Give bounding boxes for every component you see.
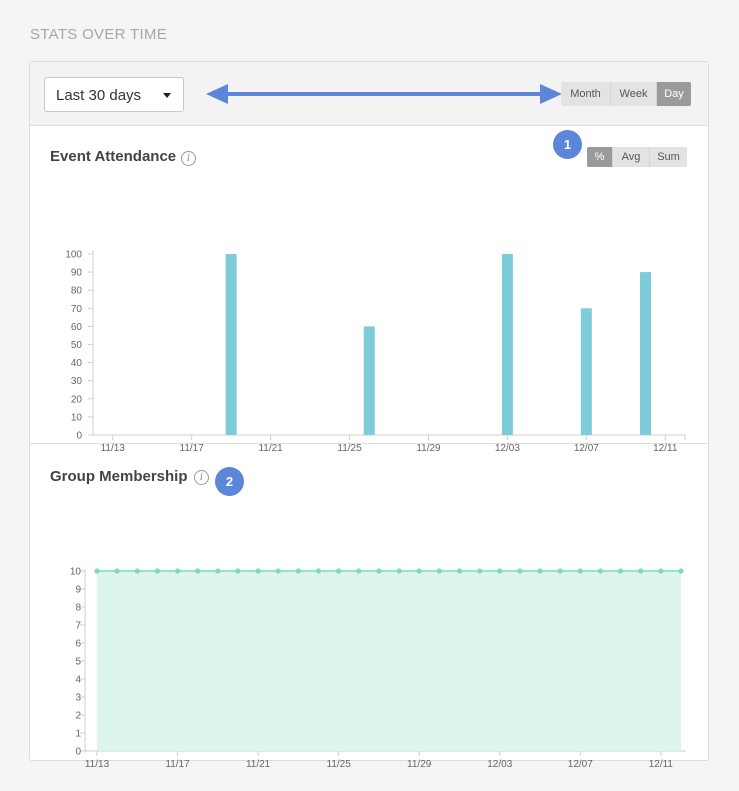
event-attendance-chart: 010203040506070809010011/13 11/17 11/21 11/… [65, 250, 686, 454]
membership-point [114, 568, 120, 574]
y-tick-label: 100 [65, 250, 82, 261]
attendance-bar [580, 308, 592, 435]
y-tick-label: 4 [75, 675, 81, 686]
y-tick-label: 5 [75, 657, 81, 668]
membership-point [517, 568, 523, 574]
membership-point [477, 568, 483, 574]
membership-point [336, 568, 342, 574]
x-tick-label: 12/11 [649, 759, 674, 770]
y-tick-label: 60 [71, 322, 83, 333]
y-tick-label: 10 [70, 567, 82, 578]
x-tick-label: 11/17 [165, 759, 190, 770]
membership-area [97, 571, 681, 751]
membership-point [597, 568, 604, 574]
membership-point [315, 568, 322, 574]
membership-point [557, 568, 563, 574]
date-range-select[interactable]: Last 30 days [44, 77, 184, 112]
y-tick-label: 0 [76, 431, 82, 442]
group-membership-chart: 0 1 2 3 4 5 6 7 8 9 10 11/13 11/17 11/21 11/25 11/29 12/… [70, 567, 686, 770]
membership-point [195, 568, 201, 574]
y-tick-label: 1 [75, 729, 81, 740]
membership-point [537, 568, 543, 574]
membership-point [255, 568, 261, 574]
y-tick-label: 6 [75, 639, 81, 650]
caret-down-icon [163, 93, 171, 98]
y-tick-label: 8 [75, 603, 81, 614]
y-tick-label: 20 [71, 394, 83, 405]
membership-point [436, 568, 442, 574]
y-tick-label: 3 [75, 693, 81, 704]
y-tick-label: 90 [71, 268, 83, 279]
membership-point [356, 568, 362, 574]
period-toggle: Month Week Day [561, 82, 691, 106]
membership-point [497, 568, 503, 574]
x-tick-label: 12/03 [487, 759, 512, 770]
period-month-button[interactable]: Month [561, 82, 610, 106]
membership-point [638, 568, 644, 574]
y-tick-label: 7 [75, 621, 81, 632]
period-day-button[interactable]: Day [656, 82, 691, 106]
membership-point [94, 568, 100, 574]
membership-point [416, 568, 422, 574]
stats-panel: Last 30 days Month Week Day Event Attend… [29, 61, 709, 770]
membership-point [396, 568, 402, 574]
attendance-bar [640, 272, 652, 435]
date-range-value: Last 30 days [56, 87, 142, 104]
y-tick-label: 80 [71, 286, 83, 297]
membership-point [577, 568, 583, 574]
y-tick-label: 9 [75, 585, 81, 596]
event-attendance-section: Event Attendance i 1 % Avg Sum 0 10 20 30 40… [30, 126, 708, 454]
section-title: STATS OVER TIME [30, 26, 168, 43]
membership-point [658, 568, 664, 574]
x-tick-label: 12/07 [568, 759, 593, 770]
period-week-button[interactable]: Week [610, 82, 656, 106]
y-tick-label: 0 [75, 747, 81, 758]
membership-point [678, 568, 684, 574]
membership-point [275, 568, 281, 574]
membership-point [617, 568, 624, 574]
y-tick-label: 10 [71, 412, 83, 423]
y-tick-label: 50 [71, 340, 83, 351]
x-tick-label: 11/21 [246, 759, 271, 770]
attendance-bar [363, 326, 375, 435]
x-tick-label: 11/29 [407, 759, 432, 770]
membership-point [134, 568, 140, 574]
membership-point [235, 568, 241, 574]
membership-point [456, 568, 463, 574]
membership-point [376, 568, 382, 574]
attendance-bar [501, 254, 513, 435]
membership-point [215, 568, 221, 574]
double-arrow-annotation [206, 84, 562, 104]
y-tick-label: 70 [71, 304, 83, 315]
y-tick-label: 40 [71, 358, 83, 369]
attendance-bar [225, 254, 237, 435]
x-tick-label: 11/13 [85, 759, 110, 770]
y-tick-label: 2 [75, 711, 81, 722]
membership-point [295, 568, 301, 574]
membership-point [174, 568, 181, 574]
membership-point [154, 568, 161, 574]
group-membership-section: Group Membership i 2 0 1 2 3 4 5 6 7 8 9 10 11/13 11… [30, 445, 708, 770]
y-tick-label: 30 [71, 376, 83, 387]
stats-toolbar: Last 30 days Month Week Day [30, 62, 708, 126]
x-tick-label: 11/25 [327, 759, 352, 770]
